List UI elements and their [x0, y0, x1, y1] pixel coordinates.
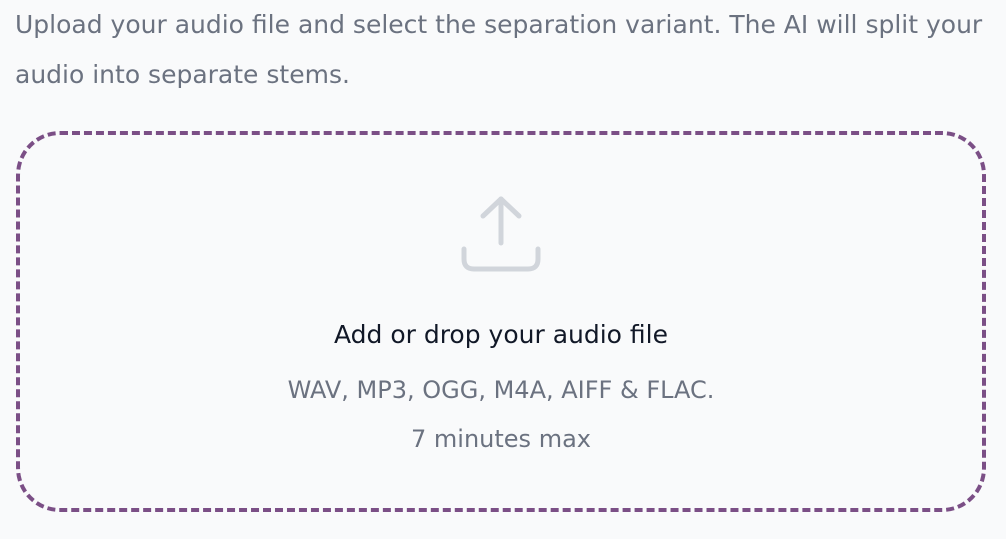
supported-formats: WAV, MP3, OGG, M4A, AIFF & FLAC. — [287, 376, 715, 404]
audio-dropzone[interactable]: Add or drop your audio file WAV, MP3, OG… — [16, 131, 986, 512]
upload-icon — [459, 193, 543, 277]
dropzone-title: Add or drop your audio file — [333, 320, 669, 349]
intro-text: Upload your audio file and select the se… — [15, 10, 983, 89]
duration-limit: 7 minutes max — [411, 425, 591, 453]
